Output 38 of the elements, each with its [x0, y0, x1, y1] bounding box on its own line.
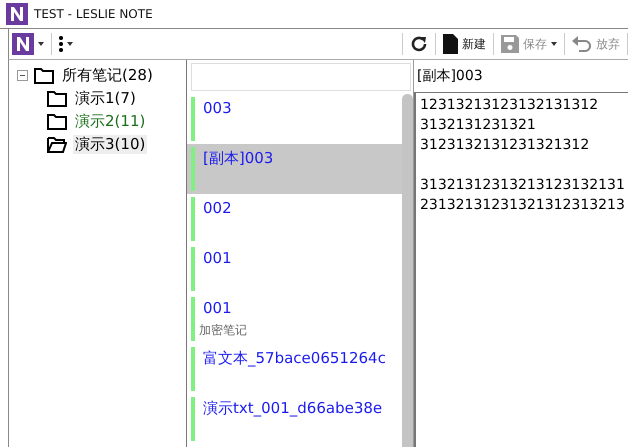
folder-item[interactable]: 所有笔记(28) — [60, 66, 155, 85]
logo-icon — [12, 33, 34, 55]
document-icon — [443, 34, 458, 54]
logo-icon — [6, 3, 28, 25]
note-text-area[interactable]: 12313213123132131312 3132131231321 3123132131231321312 31321312313213123132131 23132131231321312313213 — [414, 92, 628, 447]
more-icon — [59, 36, 63, 52]
text-line: 12313213123132131312 — [420, 96, 600, 115]
folder-icon — [47, 114, 67, 130]
folder-item[interactable]: 演示3(10) — [73, 135, 148, 154]
note-item[interactable]: 001 加密笔记 — [187, 294, 402, 344]
more-button[interactable] — [56, 34, 76, 54]
note-item[interactable]: 富文本_57bace0651264c — [187, 344, 402, 394]
note-item[interactable]: 002 — [187, 194, 402, 244]
refresh-icon — [410, 35, 428, 53]
note-item[interactable]: 003 — [187, 94, 402, 144]
text-line: 23132131231321312313213 — [420, 196, 624, 215]
note-item[interactable]: 001 — [187, 244, 402, 294]
folder-icon — [47, 90, 67, 106]
note-item[interactable]: 演示txt_001_d66abe38e — [187, 394, 402, 444]
note-item[interactable]: [副本]003 — [187, 144, 402, 194]
folder-item[interactable]: 演示1(7) — [73, 89, 138, 108]
scrollbar[interactable] — [402, 94, 413, 447]
text-line: 3123132131231321312 — [420, 136, 590, 155]
open-folder-icon — [47, 136, 67, 152]
folder-item[interactable]: 演示2(11) — [73, 112, 148, 131]
caret-icon — [551, 42, 557, 46]
text-line: 3132131231321 — [420, 116, 537, 135]
undo-icon — [572, 35, 592, 53]
caret-icon — [38, 42, 44, 46]
text-line: 31321312313213123132131 — [420, 176, 624, 195]
note-title-field[interactable]: [副本]003 — [414, 63, 628, 89]
collapse-icon[interactable] — [17, 70, 28, 81]
search-field[interactable] — [191, 63, 411, 91]
caret-icon — [67, 42, 73, 46]
app-menu-button[interactable] — [9, 31, 47, 57]
new-button[interactable]: 新建 — [440, 32, 489, 56]
folder-icon — [34, 68, 54, 84]
window-title: TEST - LESLIE NOTE — [34, 7, 153, 21]
